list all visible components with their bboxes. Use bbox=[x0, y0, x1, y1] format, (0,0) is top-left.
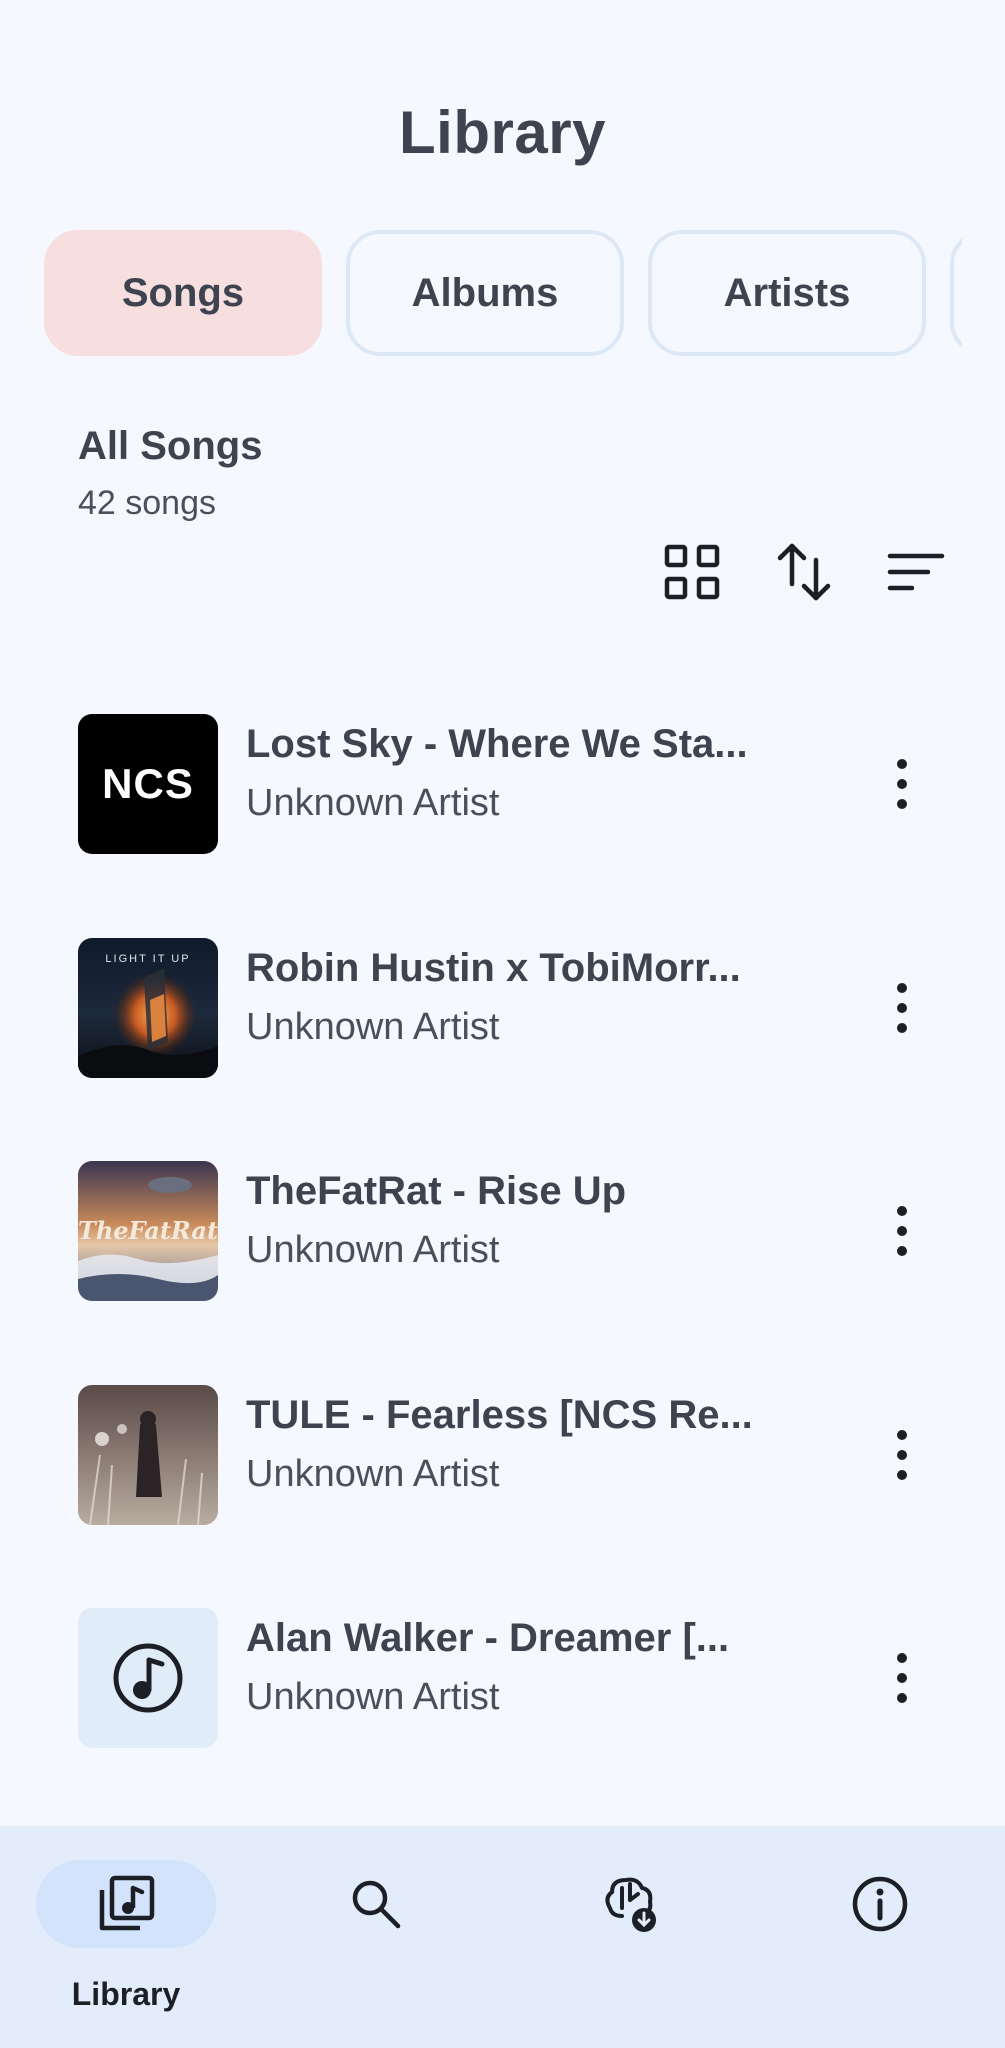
song-row[interactable]: TULE - Fearless [NCS Re... Unknown Artis… bbox=[0, 1355, 1005, 1555]
song-artist: Unknown Artist bbox=[246, 1676, 500, 1718]
song-count: 42 songs bbox=[78, 484, 216, 522]
category-tabs: Songs Albums Artists bbox=[44, 230, 962, 358]
song-title: Alan Walker - Dreamer [... bbox=[246, 1616, 730, 1660]
album-art-light-it-up: LIGHT IT UP bbox=[78, 938, 218, 1078]
album-art-label: TheFatRat bbox=[78, 1216, 218, 1245]
album-art-thefatrat: TheFatRat bbox=[78, 1161, 218, 1301]
filter-icon[interactable] bbox=[880, 536, 952, 608]
nav-info[interactable] bbox=[790, 1826, 970, 2048]
album-art-label: NCS bbox=[102, 760, 194, 807]
nav-ai-downloads[interactable] bbox=[540, 1826, 720, 2048]
more-options-icon[interactable] bbox=[866, 1630, 938, 1726]
song-artist: Unknown Artist bbox=[246, 1453, 500, 1495]
nav-search[interactable] bbox=[286, 1826, 466, 2048]
grid-view-icon[interactable] bbox=[656, 536, 728, 608]
song-row[interactable]: NCS Lost Sky - Where We Sta... Unknown A… bbox=[0, 684, 1005, 884]
more-options-icon[interactable] bbox=[866, 960, 938, 1056]
song-row[interactable]: TheFatRat TheFatRat - Rise Up Unknown Ar… bbox=[0, 1131, 1005, 1331]
song-title: TULE - Fearless [NCS Re... bbox=[246, 1393, 753, 1437]
search-icon bbox=[286, 1860, 466, 1948]
nav-library-label: Library bbox=[71, 1976, 181, 2012]
info-icon bbox=[790, 1860, 970, 1948]
song-title: Lost Sky - Where We Sta... bbox=[246, 722, 748, 766]
song-title: TheFatRat - Rise Up bbox=[246, 1169, 627, 1213]
more-options-icon[interactable] bbox=[866, 1183, 938, 1279]
tab-more-partial[interactable] bbox=[950, 230, 962, 356]
song-title: Robin Hustin x TobiMorr... bbox=[246, 946, 741, 990]
bottom-navigation: Library bbox=[0, 1826, 1005, 2048]
song-artist: Unknown Artist bbox=[246, 1006, 500, 1048]
album-art-ncs: NCS bbox=[78, 714, 218, 854]
tab-albums[interactable]: Albums bbox=[346, 230, 624, 356]
album-art-label: LIGHT IT UP bbox=[105, 953, 190, 965]
nav-library[interactable]: Library bbox=[36, 1826, 216, 2048]
sort-order-icon[interactable] bbox=[768, 536, 840, 608]
page-title: Library bbox=[399, 99, 606, 166]
more-options-icon[interactable] bbox=[866, 736, 938, 832]
app-root: Library Songs Albums Artists All Songs 4… bbox=[0, 0, 1005, 2048]
song-artist: Unknown Artist bbox=[246, 1229, 500, 1271]
ai-download-icon bbox=[540, 1860, 720, 1948]
song-row[interactable]: LIGHT IT UP Robin Hustin x TobiMorr... U… bbox=[0, 908, 1005, 1108]
section-heading: All Songs bbox=[78, 424, 263, 468]
library-music-icon bbox=[36, 1860, 216, 1948]
more-options-icon[interactable] bbox=[866, 1407, 938, 1503]
song-artist: Unknown Artist bbox=[246, 782, 500, 824]
tab-songs[interactable]: Songs bbox=[44, 230, 322, 356]
tab-artists[interactable]: Artists bbox=[648, 230, 926, 356]
album-art-fearless bbox=[78, 1385, 218, 1525]
song-row[interactable]: Alan Walker - Dreamer [... Unknown Artis… bbox=[0, 1578, 1005, 1778]
music-note-icon bbox=[78, 1608, 218, 1748]
